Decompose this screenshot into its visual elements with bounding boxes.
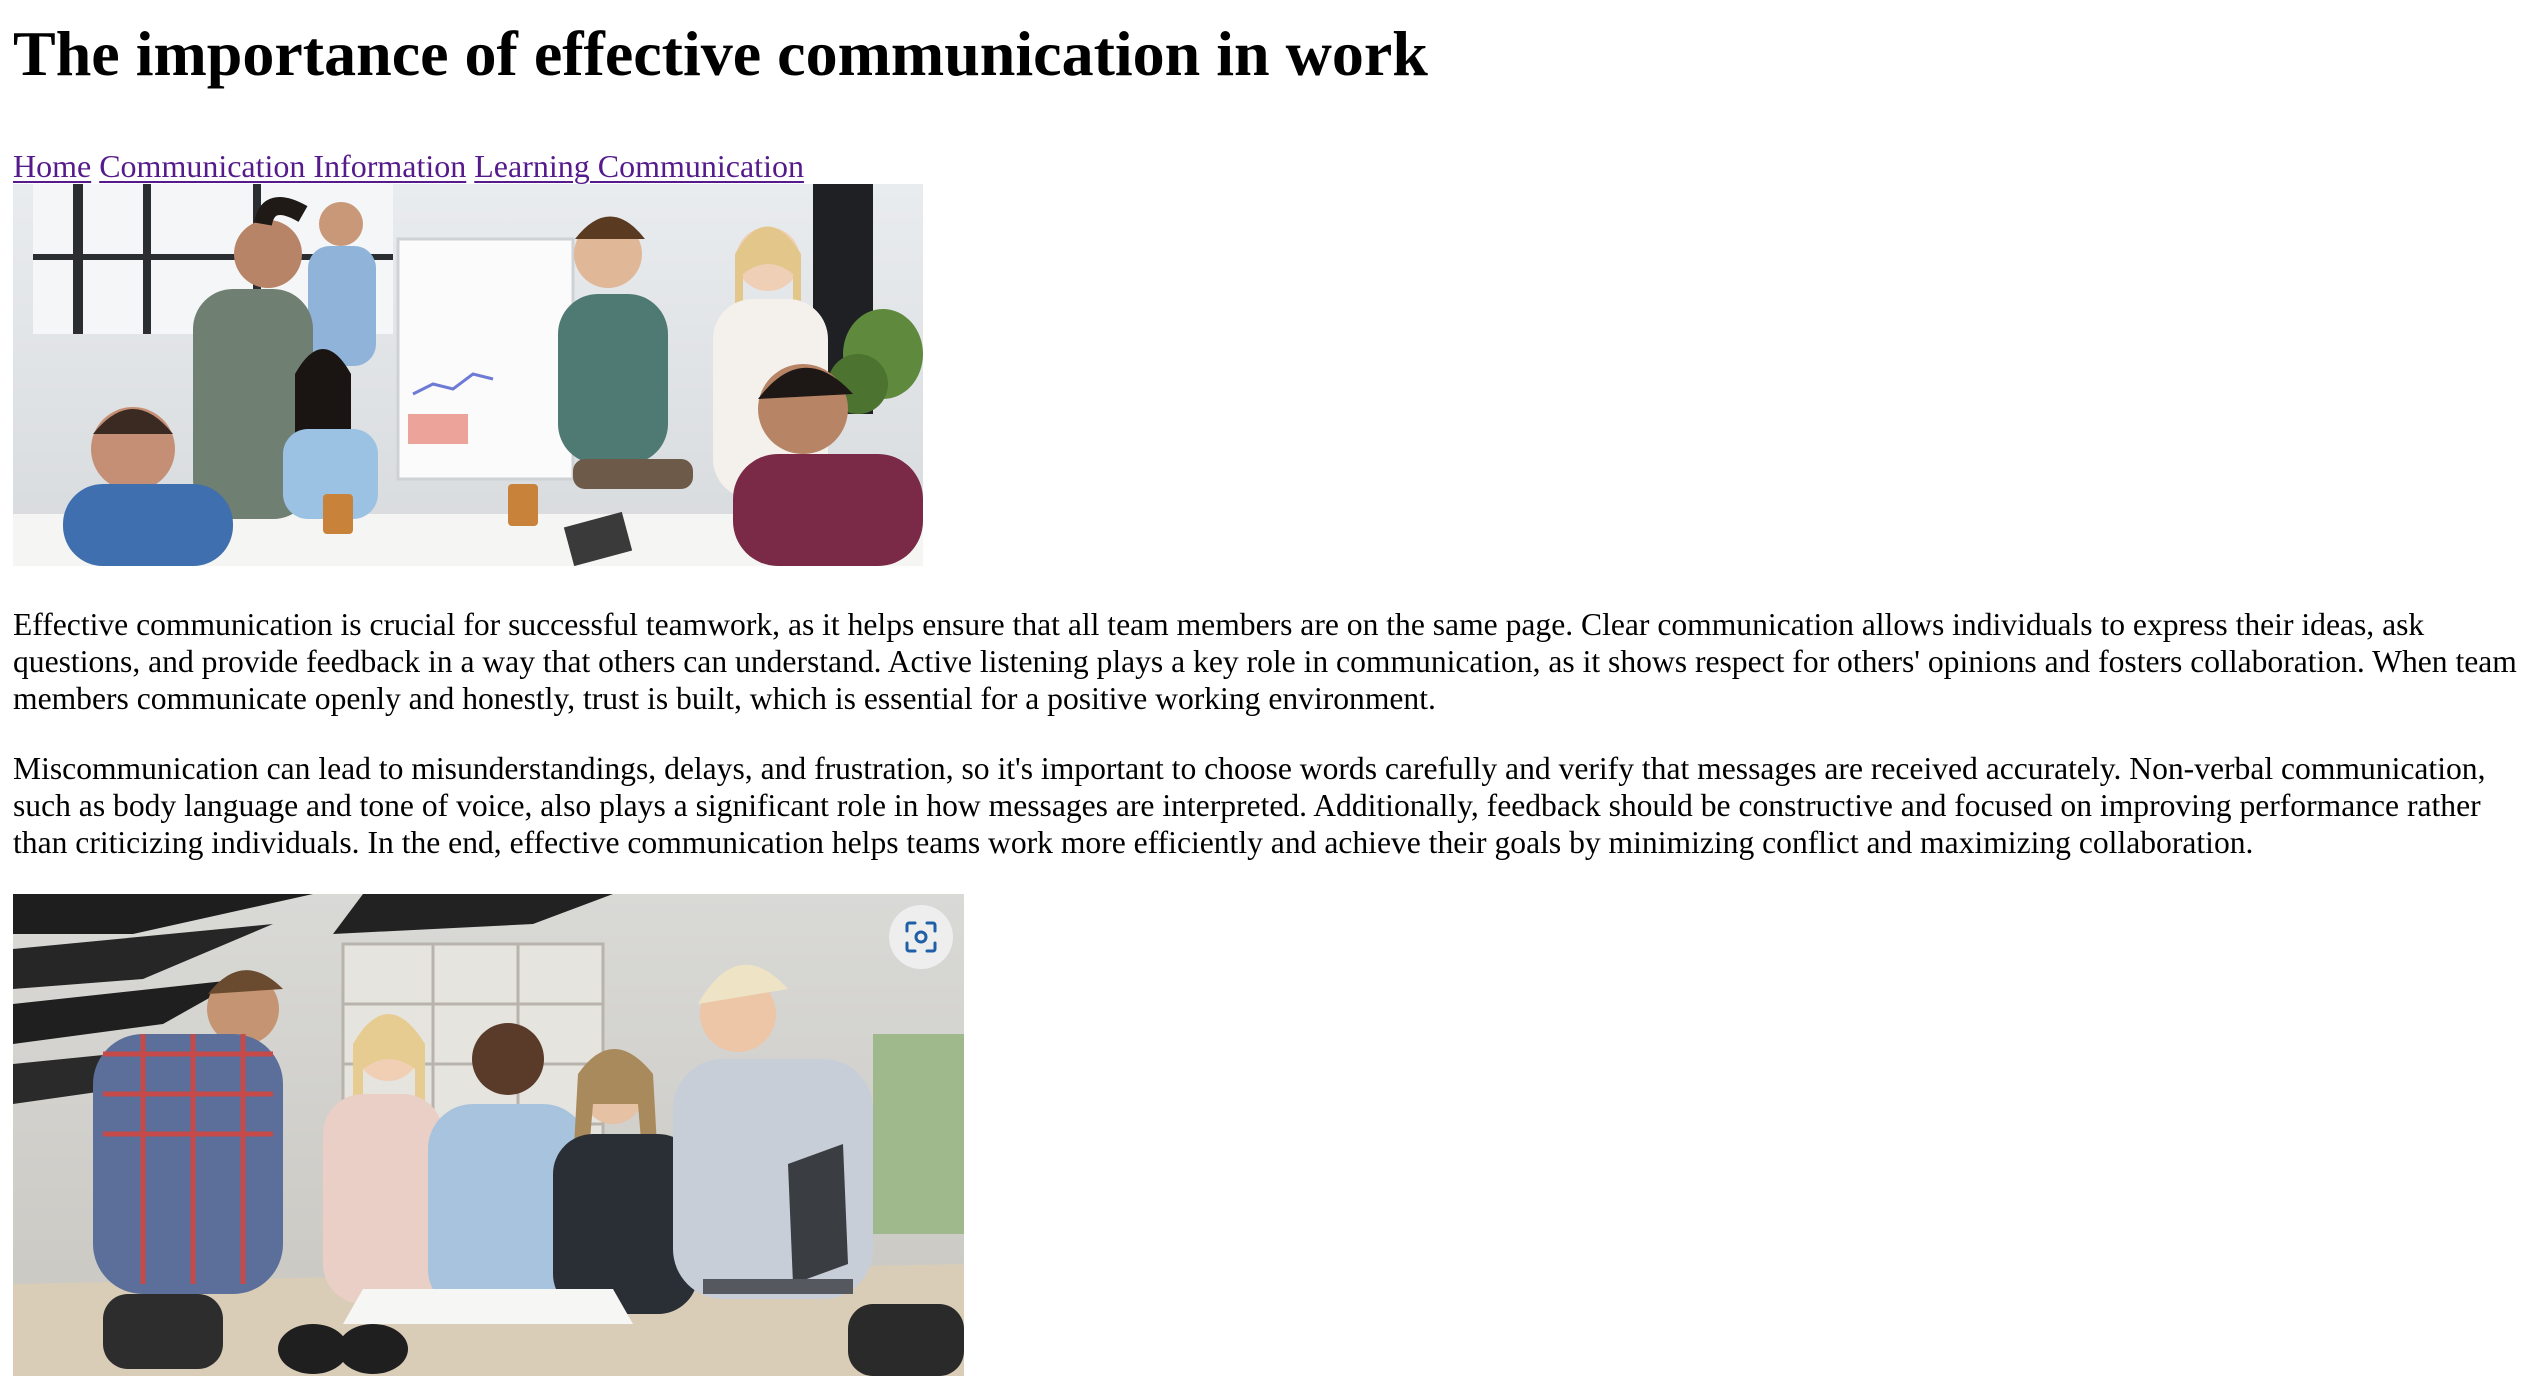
visual-search-button[interactable] [889, 905, 953, 969]
nav-bar: Home Communication Information Learning … [13, 148, 2528, 184]
nav-link-learning-communication[interactable]: Learning Communication [474, 148, 804, 184]
team-meeting-photo [13, 184, 923, 566]
team-collaboration-photo [13, 894, 964, 1376]
paragraph-1: Effective communication is crucial for s… [13, 607, 2517, 716]
visual-search-icon [904, 920, 938, 954]
nav-link-communication-information[interactable]: Communication Information [99, 148, 466, 184]
page: The importance of effective communicatio… [0, 0, 2528, 1398]
nav-link-home[interactable]: Home [13, 148, 91, 184]
paragraph-2: Miscommunication can lead to misundersta… [13, 751, 2486, 860]
page-title: The importance of effective communicatio… [13, 18, 1428, 89]
